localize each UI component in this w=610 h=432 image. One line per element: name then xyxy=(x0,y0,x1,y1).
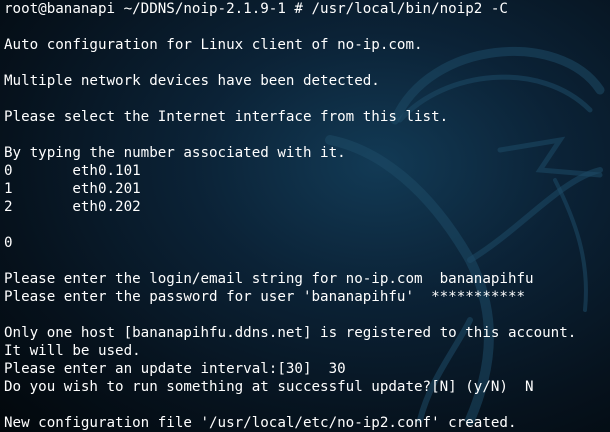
password-prompt-line: Please enter the password for user 'bana… xyxy=(4,289,526,305)
output-line: It will be used. xyxy=(4,343,141,359)
output-line: By typing the number associated with it. xyxy=(4,145,346,161)
user-input-line: 0 xyxy=(4,235,13,251)
run-prompt-line: Do you wish to run something at successf… xyxy=(4,379,534,395)
terminal-output: root@bananapi ~/DDNS/noip-2.1.9-1 # /usr… xyxy=(4,0,610,432)
login-prompt-line: Please enter the login/email string for … xyxy=(4,271,534,287)
output-line: Only one host [bananapihfu.ddns.net] is … xyxy=(4,325,577,341)
output-line: New configuration file '/usr/local/etc/n… xyxy=(4,415,517,431)
shell-prompt-line: root@bananapi ~/DDNS/noip-2.1.9-1 # /usr… xyxy=(4,1,508,17)
terminal-window[interactable]: root@bananapi ~/DDNS/noip-2.1.9-1 # /usr… xyxy=(0,0,610,432)
output-line: Auto configuration for Linux client of n… xyxy=(4,37,423,53)
interface-option: 0 eth0.101 xyxy=(4,163,141,179)
output-line: Please select the Internet interface fro… xyxy=(4,109,449,125)
output-line: Multiple network devices have been detec… xyxy=(4,73,380,89)
interval-prompt-line: Please enter an update interval:[30] 30 xyxy=(4,361,346,377)
interface-option: 1 eth0.201 xyxy=(4,181,141,197)
interface-option: 2 eth0.202 xyxy=(4,199,141,215)
